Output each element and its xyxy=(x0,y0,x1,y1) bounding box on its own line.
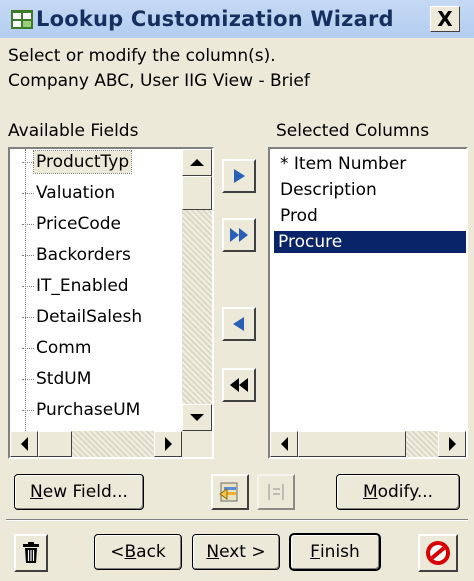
back-mnemonic: B xyxy=(124,542,137,562)
finish-mnemonic: F xyxy=(310,542,320,562)
tree-connector xyxy=(22,348,34,350)
play-right-icon xyxy=(234,169,245,183)
scroll-right-button[interactable] xyxy=(154,431,182,457)
instruction-line-1: Select or modify the column(s). xyxy=(8,46,276,66)
modify-label: odify... xyxy=(377,482,434,502)
next-label: ext > xyxy=(219,542,266,562)
next-button[interactable]: Next > xyxy=(192,534,280,570)
available-field-item[interactable]: IT_Enabled xyxy=(36,275,129,297)
available-fields-label: Available Fields xyxy=(8,121,139,141)
modify-button[interactable]: Modify... xyxy=(336,474,460,510)
cancel-button[interactable] xyxy=(418,534,458,572)
selected-column-item[interactable]: Procure xyxy=(274,231,466,253)
selected-horizontal-scrollbar[interactable] xyxy=(270,431,466,457)
available-field-item[interactable]: Valuation xyxy=(36,182,115,204)
selected-column-item[interactable]: Prod xyxy=(276,205,322,227)
move-all-left-button[interactable] xyxy=(222,368,256,402)
modify-mnemonic: M xyxy=(362,482,378,502)
move-left-button[interactable] xyxy=(222,307,256,341)
tree-connector xyxy=(22,379,34,381)
new-field-label: ew Field... xyxy=(42,482,128,502)
scroll-up-button[interactable] xyxy=(182,149,212,176)
finish-label: inish xyxy=(319,542,360,562)
available-fields-list[interactable]: ProductTyp Valuation PriceCode Backorders IT… xyxy=(8,147,214,459)
delete-button[interactable] xyxy=(14,534,48,572)
selected-columns-list[interactable]: * Item Number Description Prod Procure xyxy=(268,147,468,459)
trash-icon xyxy=(23,542,39,563)
tree-connector xyxy=(22,317,34,319)
tree-connector xyxy=(22,224,34,226)
close-button[interactable]: X xyxy=(430,6,460,32)
move-right-button[interactable] xyxy=(222,159,256,193)
play-left-icon xyxy=(233,317,244,331)
back-label: ack xyxy=(136,542,166,562)
tree-connector xyxy=(22,410,34,412)
new-field-button[interactable]: New Field... xyxy=(14,474,144,510)
finish-button[interactable]: Finish xyxy=(290,534,380,570)
arrow-right-icon xyxy=(164,437,172,451)
scroll-down-button[interactable] xyxy=(182,404,212,431)
next-mnemonic: N xyxy=(206,542,220,562)
scroll-left-button[interactable] xyxy=(270,431,298,457)
no-entry-icon xyxy=(426,541,450,565)
arrow-left-icon xyxy=(20,437,28,451)
scroll-right-button[interactable] xyxy=(438,431,466,457)
available-field-item[interactable]: ProductTyp xyxy=(32,150,133,174)
column-properties-icon xyxy=(219,482,238,502)
selected-column-item[interactable]: Description xyxy=(276,179,381,201)
arrow-down-icon xyxy=(190,414,204,421)
divider xyxy=(6,519,468,521)
available-field-item[interactable]: StdUM xyxy=(36,368,91,390)
arrow-right-icon xyxy=(448,437,456,451)
arrow-up-icon xyxy=(190,159,204,166)
app-icon xyxy=(11,10,33,29)
scroll-thumb[interactable] xyxy=(182,176,212,210)
selected-column-item[interactable]: * Item Number xyxy=(276,153,410,175)
rewind-icon xyxy=(230,378,248,392)
available-horizontal-scrollbar[interactable] xyxy=(10,431,182,457)
tree-connector xyxy=(22,286,34,288)
column-properties-button[interactable] xyxy=(211,474,249,510)
move-all-right-button[interactable] xyxy=(222,218,256,252)
selected-columns-label: Selected Columns xyxy=(276,121,430,141)
available-field-item[interactable]: Comm xyxy=(36,337,91,359)
tree-connector xyxy=(22,162,34,164)
back-button[interactable]: < Back xyxy=(94,534,182,570)
hscroll-thumb[interactable] xyxy=(38,431,72,457)
window-title: Lookup Customization Wizard xyxy=(36,7,394,31)
title-bar: Lookup Customization Wizard X xyxy=(0,0,474,38)
available-field-item[interactable]: Backorders xyxy=(36,244,131,266)
back-label-pre: < xyxy=(110,542,125,562)
reorder-button[interactable] xyxy=(257,474,295,510)
new-field-mnemonic: N xyxy=(30,482,43,502)
fast-forward-icon xyxy=(230,228,248,242)
available-vertical-scrollbar[interactable] xyxy=(182,149,212,431)
hscroll-thumb[interactable] xyxy=(298,431,406,457)
scroll-left-button[interactable] xyxy=(10,431,38,457)
tree-connector xyxy=(22,193,34,195)
arrow-left-icon xyxy=(280,437,288,451)
list-disabled-icon xyxy=(268,484,284,500)
instruction-line-2: Company ABC, User IIG View - Brief xyxy=(8,71,310,91)
available-field-item[interactable]: PriceCode xyxy=(36,213,121,235)
tree-connector xyxy=(22,255,34,257)
available-field-item[interactable]: DetailSalesh xyxy=(36,306,142,328)
available-field-item[interactable]: PurchaseUM xyxy=(36,399,140,421)
